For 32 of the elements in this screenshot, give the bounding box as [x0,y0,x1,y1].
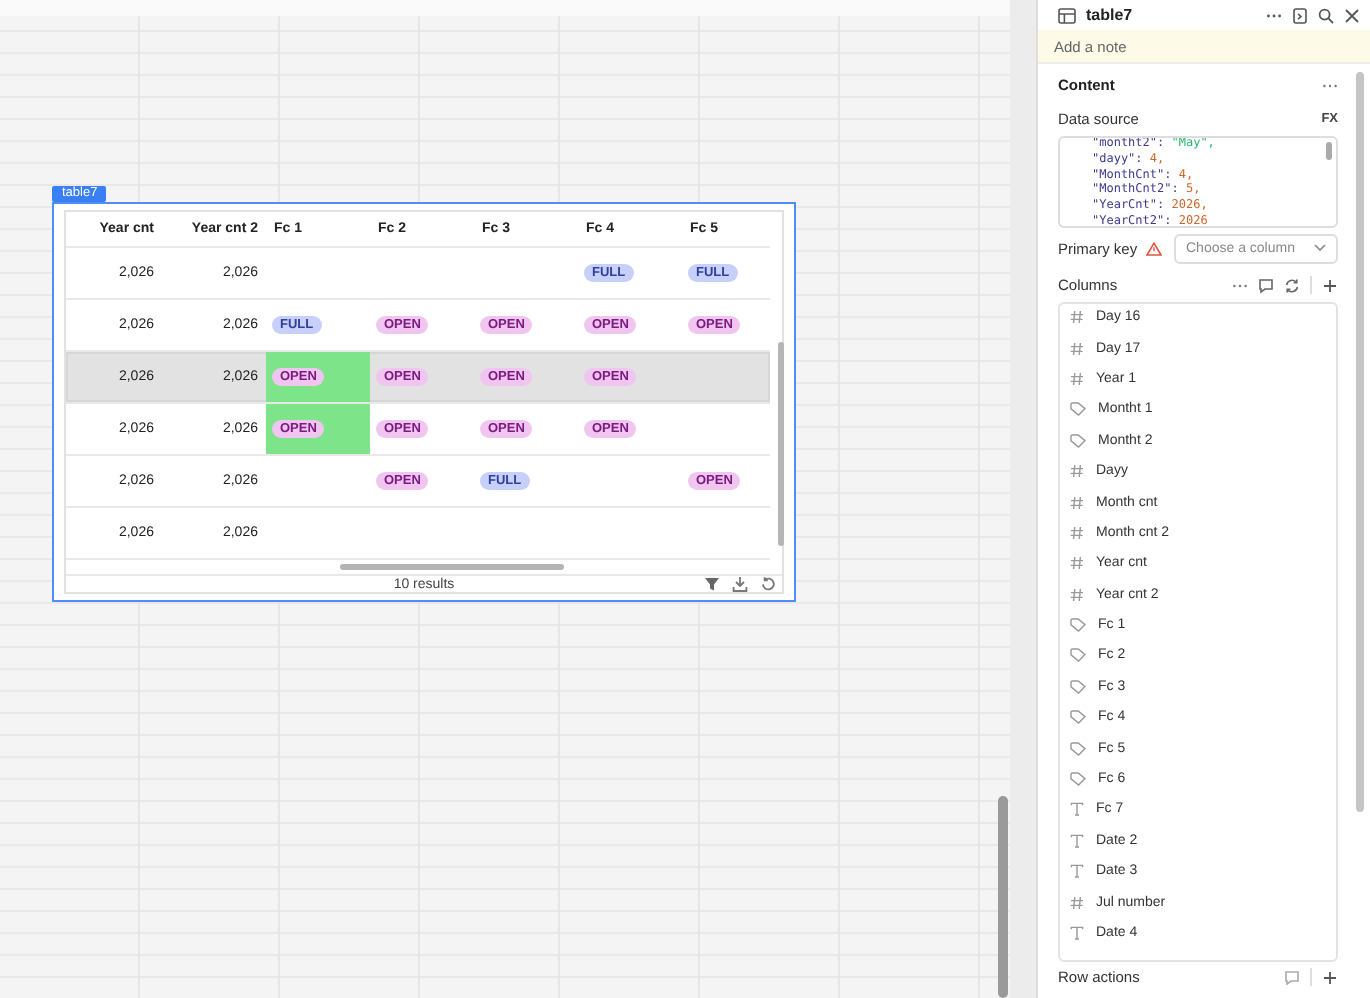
close-icon[interactable] [1344,7,1360,23]
hash-icon [1070,495,1084,510]
text-type-icon [1070,833,1084,848]
document-icon[interactable] [1292,7,1308,23]
table-icon [1058,7,1076,23]
text-type-icon [1070,926,1084,940]
hash-icon [1070,525,1084,540]
hash-icon [1070,310,1084,325]
scrollbar[interactable] [778,342,784,546]
plus-icon[interactable] [1322,969,1338,985]
hash-icon [1070,341,1084,356]
download-icon[interactable] [732,576,748,592]
plus-icon[interactable] [1322,277,1338,293]
warning-icon [1145,241,1162,255]
text-type-icon [1070,864,1084,879]
hash-icon [1070,556,1084,571]
panel-title: table7 [1086,6,1133,24]
refresh-icon[interactable] [760,576,776,592]
table-widget[interactable] [52,202,796,602]
scrollbar[interactable] [998,796,1008,998]
hash-icon [1070,371,1084,386]
filter-icon[interactable] [704,576,720,592]
hash-icon [1070,587,1084,602]
scrollbar[interactable] [340,564,564,570]
scrollbar[interactable] [1356,72,1364,812]
chevron-down-icon [1314,244,1326,252]
hash-icon [1070,895,1084,910]
comment-icon[interactable] [1258,277,1274,293]
sync-icon[interactable] [1284,277,1300,293]
hash-icon [1070,464,1084,479]
search-icon[interactable] [1318,7,1334,23]
text-type-icon [1070,802,1084,817]
